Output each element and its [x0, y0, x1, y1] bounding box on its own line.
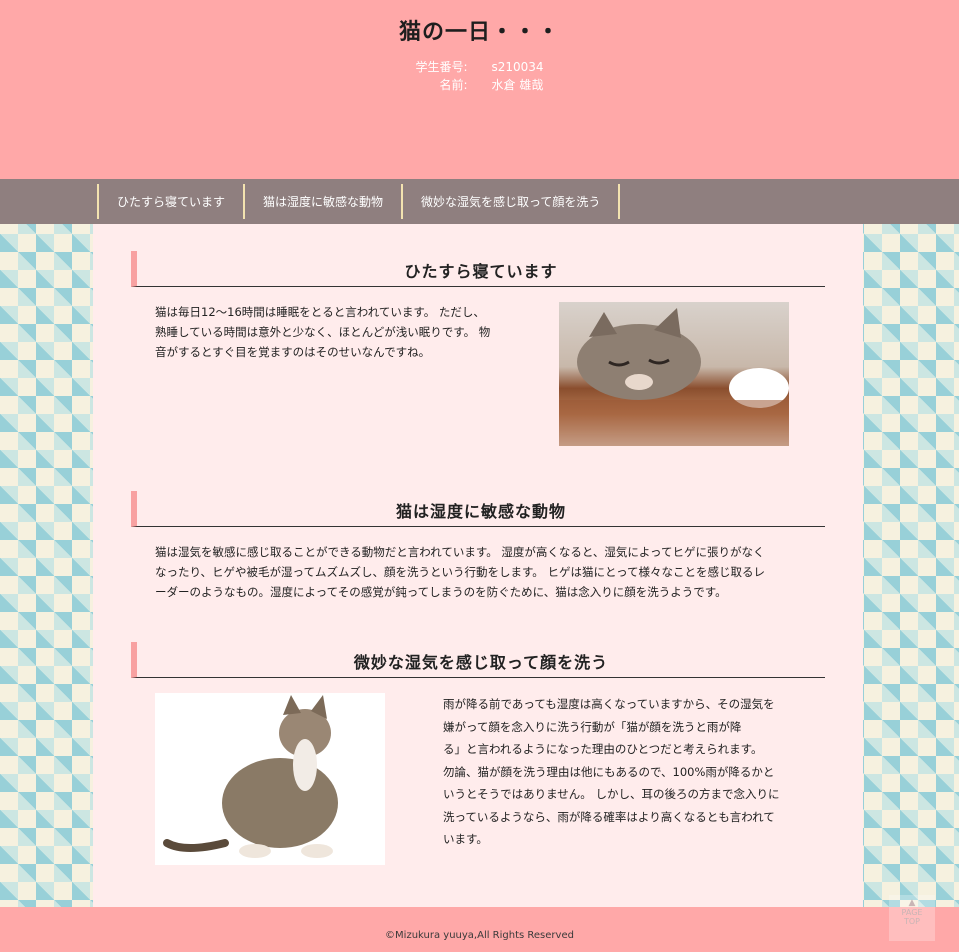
- cat-body: [222, 758, 338, 848]
- face-washing-cat-image: [155, 693, 385, 865]
- text-line: る」と言われるようになった理由のひとつだと考えられます。: [443, 742, 763, 756]
- sleeping-cat-image: [559, 302, 789, 446]
- nav-list: ひたすら寝ています 猫は湿度に敏感な動物 微妙な湿気を感じ取って顔を洗う: [97, 184, 621, 219]
- page-top-button[interactable]: ▲ PAGE TOP: [889, 895, 935, 941]
- cat-ear-left: [589, 312, 617, 337]
- section-title-humidity: 猫は湿度に敏感な動物: [395, 502, 566, 521]
- site-title: 猫の一日・・・: [398, 20, 560, 45]
- face-washing-cat-illustration: [163, 695, 338, 858]
- text-line: います。: [443, 832, 488, 846]
- section-heading-humidity: 猫は湿度に敏感な動物: [131, 491, 825, 527]
- section-text-face-wash: 雨が降る前であっても湿度は高くなっていますから、その湿気を 嫌がって顔を念入りに…: [443, 693, 813, 851]
- page-top-label-1: PAGE: [901, 908, 923, 917]
- text-line: ーダーのようなもの。湿度によってその感覚が鈍ってしまうのを防ぐために、猫は念入り…: [155, 585, 727, 599]
- main-content: ひたすら寝ています 猫は毎日12～16時間は睡眠をとると言われています。 ただし…: [93, 224, 863, 907]
- cat-foot-left: [239, 844, 271, 858]
- student-id-value: s210034: [491, 60, 544, 74]
- table-reflection: [559, 400, 789, 446]
- name-label: 名前:: [439, 78, 468, 92]
- text-line: 猫は毎日12～16時間は睡眠をとると言われています。 ただし、: [155, 305, 485, 319]
- arrow-up-icon: ▲: [908, 898, 916, 908]
- section-text-humidity: 猫は湿気を敏感に感じ取ることができる動物だと言われています。 湿度が高くなると、…: [155, 542, 815, 602]
- section-heading-sleep: ひたすら寝ています: [131, 251, 825, 287]
- section-title-face-wash: 微妙な湿気を感じ取って顔を洗う: [353, 653, 609, 672]
- author-info: 学生番号: s210034 名前: 水倉 雄哉: [0, 58, 959, 94]
- text-line: 音がするとすぐ目を覚ますのはそのせいなんですね。: [155, 345, 431, 359]
- student-id-label: 学生番号:: [415, 60, 468, 74]
- text-line: 嫌がって顔を念入りに洗う行動が「猫が顔を洗うと雨が降: [443, 719, 742, 734]
- cat-foot-right: [301, 844, 333, 858]
- section-heading-face-wash: 微妙な湿気を感じ取って顔を洗う: [131, 642, 825, 678]
- text-line: 猫は湿気を敏感に感じ取ることができる動物だと言われています。 湿度が高くなると、…: [155, 545, 765, 559]
- sleeping-cat-illustration: [559, 308, 789, 446]
- cat-muzzle: [625, 374, 653, 390]
- site-footer: ©Mizukura yuuya,All Rights Reserved ▲ PA…: [0, 895, 959, 952]
- text-line: 熟睡している時間は意外と少なく、ほとんどが浅い眠りです。 物: [155, 325, 491, 339]
- cat-raised-paw: [293, 739, 317, 791]
- section-title-sleep: ひたすら寝ています: [404, 262, 558, 281]
- copyright-text: ©Mizukura yuuya,All Rights Reserved: [385, 930, 574, 941]
- name-value: 水倉 雄哉: [491, 78, 544, 92]
- student-id-row: 学生番号: s210034: [0, 58, 959, 76]
- text-line: 洗っているようなら、雨が降る確率はより高くなるとも言われて: [443, 809, 775, 824]
- nav-item-sleep[interactable]: ひたすら寝ています: [97, 184, 243, 219]
- nav-item-face-wash[interactable]: 微妙な湿気を感じ取って顔を洗う: [401, 184, 621, 219]
- text-line: いうとそうではありません。 しかし、耳の後ろの方まで念入りに: [443, 787, 780, 801]
- site-header: 猫の一日・・・ 学生番号: s210034 名前: 水倉 雄哉: [0, 0, 959, 179]
- name-row: 名前: 水倉 雄哉: [0, 76, 959, 94]
- cat-tail: [163, 839, 229, 852]
- nav-item-humidity[interactable]: 猫は湿度に敏感な動物: [243, 184, 401, 219]
- cat-ear-left: [283, 695, 301, 715]
- text-line: なったり、ヒゲや被毛が湿ってムズムズし、顔を洗うという行動をします。 ヒゲは猫に…: [155, 565, 766, 579]
- page-top-label-2: TOP: [903, 917, 920, 926]
- section-text-sleep: 猫は毎日12～16時間は睡眠をとると言われています。 ただし、 熟睡している時間…: [155, 302, 535, 362]
- text-line: 雨が降る前であっても湿度は高くなっていますから、その湿気を: [443, 697, 775, 711]
- global-nav: ひたすら寝ています 猫は湿度に敏感な動物 微妙な湿気を感じ取って顔を洗う: [0, 179, 959, 224]
- text-line: 勿論、猫が顔を洗う理由は他にもあるので、100%雨が降るかと: [443, 764, 775, 779]
